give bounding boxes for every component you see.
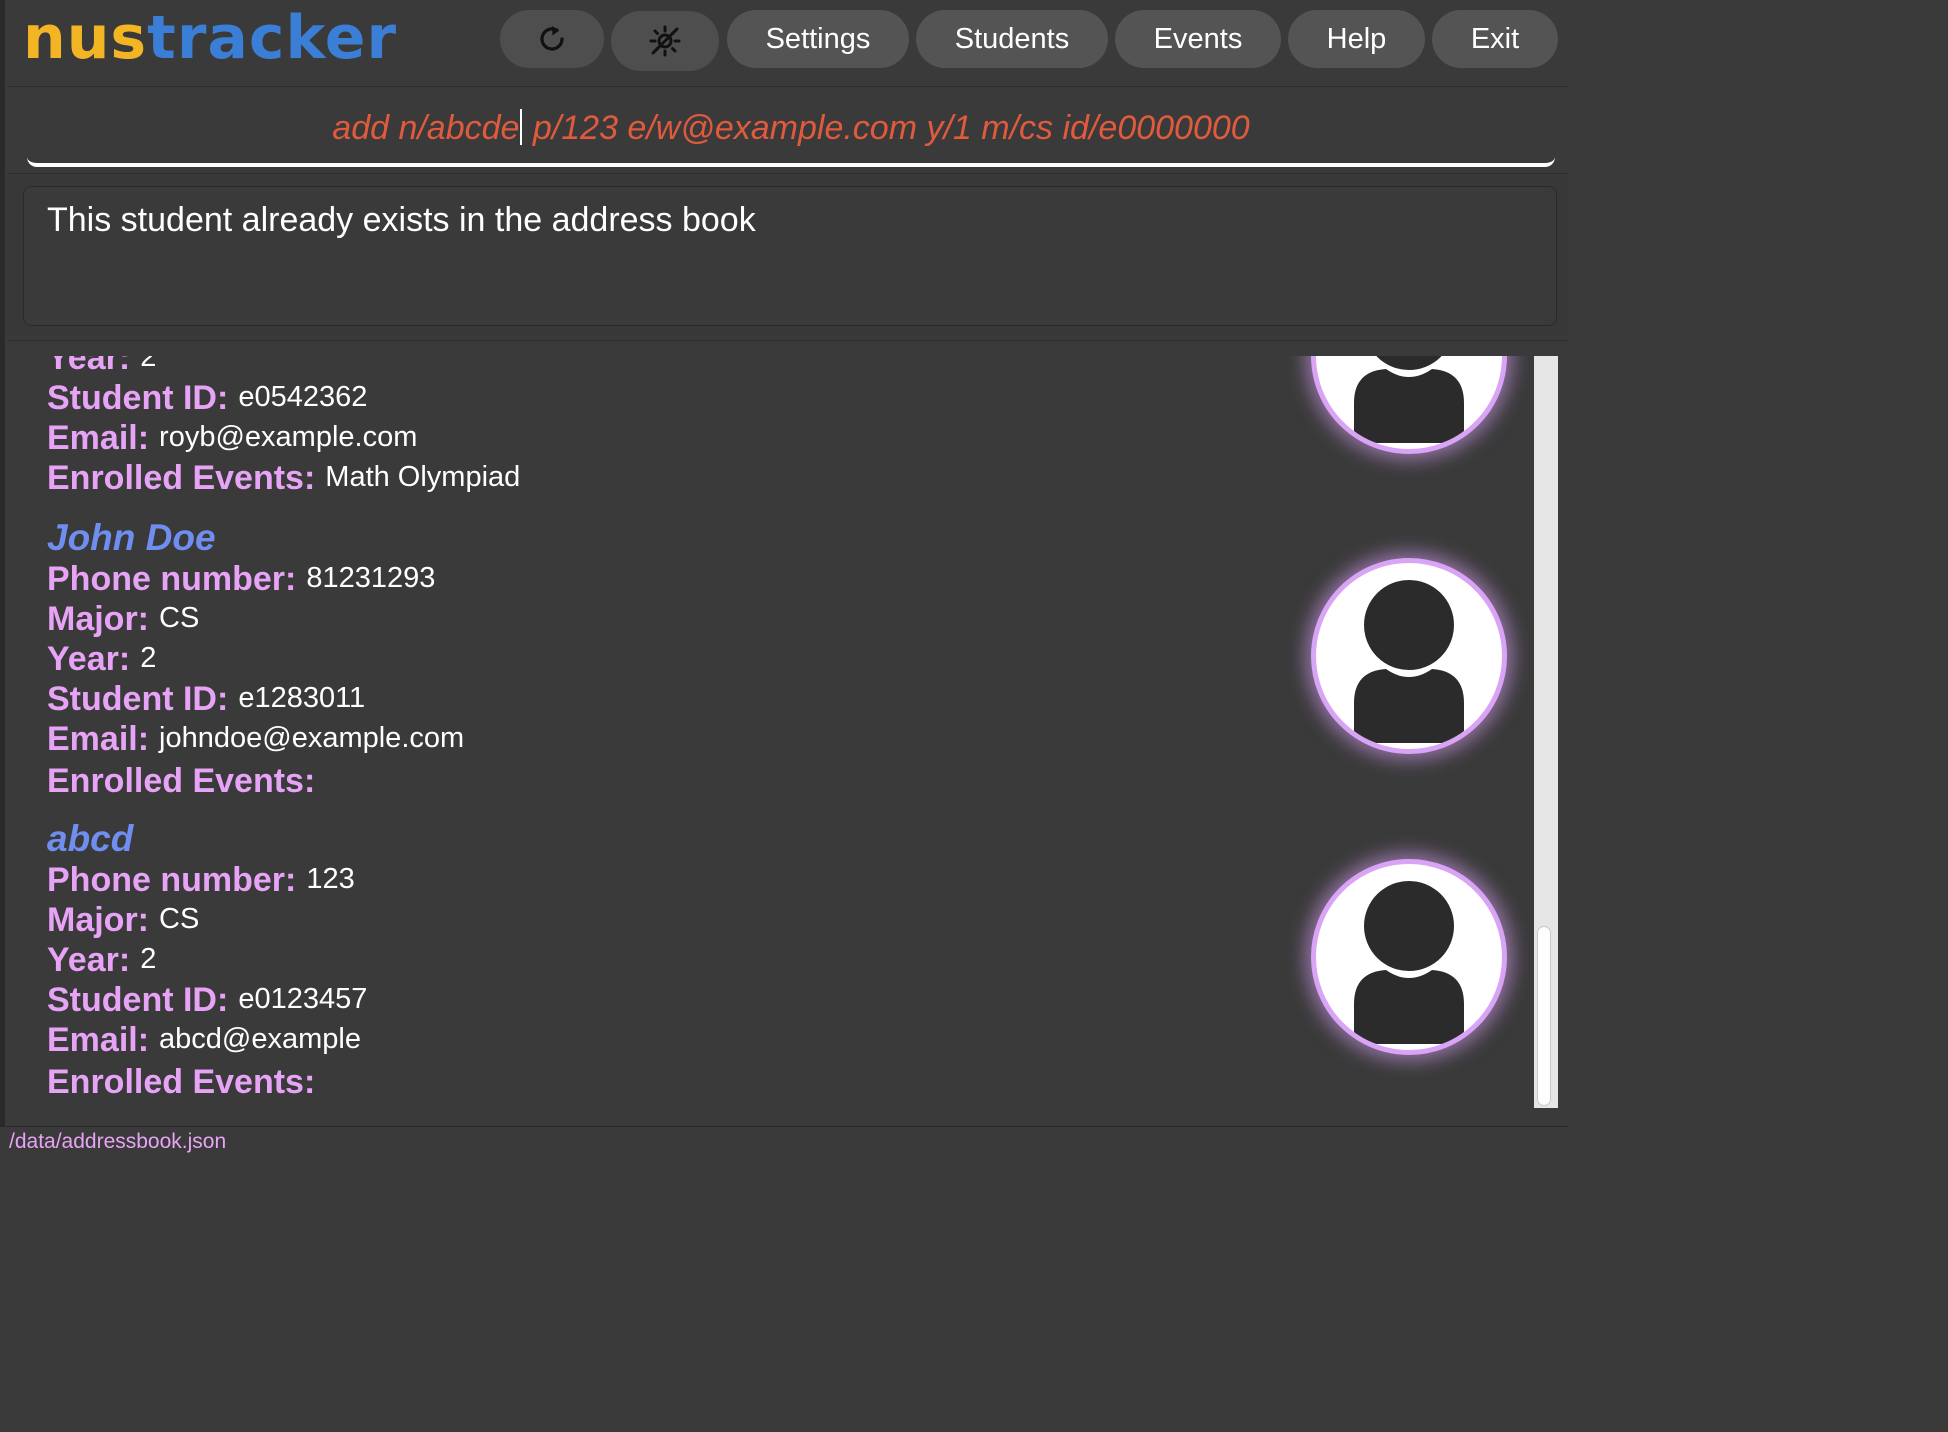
email-label: Email:: [47, 419, 150, 457]
email-value: royb@example.com: [159, 421, 418, 453]
year-label: Year:: [47, 941, 131, 979]
phone-value: 81231293: [306, 562, 436, 594]
major-field: Major: CS: [47, 900, 199, 940]
user-icon: [1354, 356, 1464, 443]
student-id-label: Student ID:: [47, 680, 229, 718]
major-field: Major: CS: [47, 599, 199, 639]
status-bar: /data/addressbook.json: [0, 1126, 1568, 1153]
student-card[interactable]: John Doe Phone number: 81231293 Major: CS …: [7, 516, 1528, 816]
student-id-label: Student ID:: [47, 981, 229, 1019]
result-display[interactable]: This student already exists in the addre…: [23, 186, 1557, 326]
help-button[interactable]: Help: [1288, 10, 1425, 68]
window-edge: [0, 0, 5, 1153]
command-box: add n/abcde p/123 e/w@example.com y/1 m/…: [7, 86, 1568, 174]
logo-nus: nus: [23, 3, 148, 73]
student-id-field: Student ID: e0542362: [47, 378, 367, 418]
exit-button[interactable]: Exit: [1432, 10, 1558, 68]
user-icon: [1354, 574, 1464, 743]
result-panel: This student already exists in the addre…: [7, 176, 1568, 336]
command-input[interactable]: add n/abcde p/123 e/w@example.com y/1 m/…: [27, 87, 1555, 167]
events-label: Enrolled Events:: [47, 459, 316, 497]
scrollbar-thumb[interactable]: [1537, 926, 1551, 1106]
email-value: abcd@example: [159, 1023, 361, 1055]
events-field: Enrolled Events:: [47, 761, 325, 801]
year-label: Year:: [47, 640, 131, 678]
phone-label: Phone number:: [47, 861, 297, 899]
events-label: Enrolled Events:: [47, 762, 316, 800]
theme-toggle-button[interactable]: [611, 11, 719, 71]
command-text-after-caret: p/123 e/w@example.com y/1 m/cs id/e00000…: [523, 109, 1250, 147]
header-bar: nustracker Settings Students Events Help…: [5, 0, 1568, 84]
student-card[interactable]: abcd Phone number: 123 Major: CS Year: 2 St…: [7, 817, 1528, 1117]
refresh-button[interactable]: [500, 10, 604, 68]
student-id-field: Student ID: e1283011: [47, 679, 365, 719]
student-list: Year: 2 Student ID: e0542362 Email: royb@ex…: [7, 356, 1528, 1126]
user-icon: [1354, 875, 1464, 1044]
email-field: Email: johndoe@example.com: [47, 719, 464, 759]
events-field: Enrolled Events: Math Olympiad: [47, 458, 520, 498]
year-value: 2: [140, 356, 157, 373]
save-location: /data/addressbook.json: [9, 1130, 227, 1153]
email-label: Email:: [47, 720, 150, 758]
events-field: Enrolled Events:: [47, 1062, 325, 1102]
student-name: John Doe: [47, 517, 216, 558]
events-button[interactable]: Events: [1115, 10, 1281, 68]
events-value: Math Olympiad: [325, 461, 521, 493]
result-message: This student already exists in the addre…: [47, 201, 756, 239]
app-window: nustracker Settings Students Events Help…: [0, 0, 1568, 1153]
avatar: [1311, 356, 1507, 454]
theme-toggle-icon: [648, 24, 682, 58]
student-name: abcd: [47, 818, 134, 859]
logo-tracker: tracker: [147, 3, 398, 73]
major-value: CS: [159, 602, 200, 634]
major-value: CS: [159, 903, 200, 935]
year-field: Year: 2: [47, 940, 156, 980]
command-text-before-caret: add n/abcde: [332, 109, 520, 147]
refresh-icon: [535, 22, 569, 56]
phone-value: 123: [306, 863, 355, 895]
avatar: [1311, 558, 1507, 754]
year-label: Year:: [47, 356, 131, 377]
year-value: 2: [140, 642, 157, 674]
events-label: Enrolled Events:: [47, 1063, 316, 1101]
student-list-panel: Year: 2 Student ID: e0542362 Email: royb@ex…: [7, 340, 1568, 1126]
phone-field: Phone number: 81231293: [47, 559, 435, 599]
student-card[interactable]: Year: 2 Student ID: e0542362 Email: royb@ex…: [7, 356, 1528, 497]
phone-label: Phone number:: [47, 560, 297, 598]
student-id-value: e0123457: [238, 983, 368, 1015]
app-logo: nustracker: [23, 2, 397, 74]
year-value: 2: [140, 943, 157, 975]
student-id-label: Student ID:: [47, 379, 229, 417]
students-button[interactable]: Students: [916, 10, 1108, 68]
year-field: Year: 2: [47, 356, 156, 378]
settings-button[interactable]: Settings: [727, 10, 909, 68]
phone-field: Phone number: 123: [47, 860, 355, 900]
student-id-value: e0542362: [238, 381, 368, 413]
student-id-value: e1283011: [238, 682, 366, 714]
email-field: Email: abcd@example: [47, 1020, 361, 1060]
email-value: johndoe@example.com: [159, 722, 465, 754]
major-label: Major:: [47, 901, 149, 939]
student-id-field: Student ID: e0123457: [47, 980, 367, 1020]
major-label: Major:: [47, 600, 149, 638]
year-field: Year: 2: [47, 639, 156, 679]
command-text[interactable]: add n/abcde p/123 e/w@example.com y/1 m/…: [27, 109, 1555, 148]
avatar: [1311, 859, 1507, 1055]
email-label: Email:: [47, 1021, 150, 1059]
email-field: Email: royb@example.com: [47, 418, 417, 458]
